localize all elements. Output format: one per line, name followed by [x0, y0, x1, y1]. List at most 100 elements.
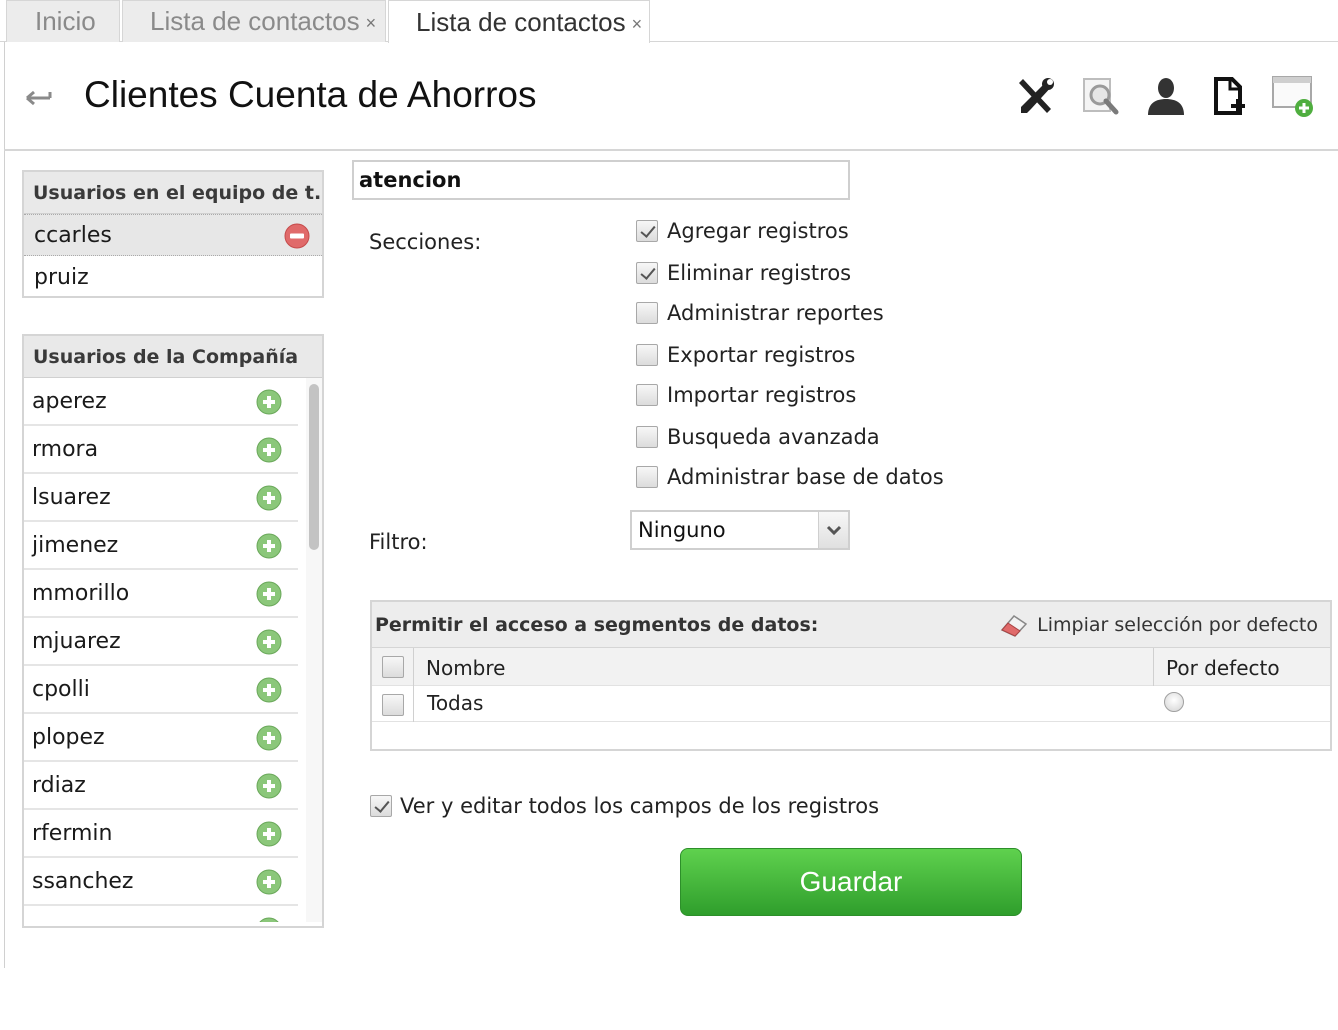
add-user-icon[interactable]	[256, 677, 282, 703]
add-user-icon[interactable]	[256, 389, 282, 415]
tab-inicio[interactable]: Inicio	[6, 0, 120, 42]
clear-default-label: Limpiar selección por defecto	[1037, 614, 1318, 636]
tab-contact-list-2[interactable]: Lista de contactos ×	[388, 0, 650, 43]
remove-user-icon[interactable]	[284, 223, 310, 249]
company-user-name: ssanchez	[32, 868, 134, 894]
data-segments-box: Permitir el acceso a segmentos de datos:…	[370, 600, 1332, 751]
clear-default-button[interactable]: Limpiar selección por defecto	[999, 612, 1318, 638]
company-user-name: cpolli	[32, 676, 90, 702]
team-name-input[interactable]	[352, 160, 850, 200]
company-user-row[interactable]: ssanchez	[24, 858, 298, 906]
permission-option[interactable]: Exportar registros	[636, 340, 855, 370]
company-user-name: plopez	[32, 724, 105, 750]
company-users-panel-title: Usuarios de la Compañía	[24, 336, 322, 378]
scrollbar-thumb[interactable]	[309, 384, 319, 550]
column-default-header: Por defecto	[1166, 656, 1280, 680]
company-user-row[interactable]: cpolli	[24, 666, 298, 714]
company-user-row[interactable]: rfermin	[24, 810, 298, 858]
permission-option[interactable]: Agregar registros	[636, 216, 849, 246]
segment-name: Todas	[427, 691, 484, 715]
company-user-name: rdiaz	[32, 772, 86, 798]
tab-close-icon[interactable]: ×	[366, 13, 377, 34]
permission-option[interactable]: Administrar base de datos	[636, 462, 944, 492]
permission-checkbox[interactable]	[636, 466, 658, 488]
column-divider	[1153, 648, 1154, 686]
select-all-checkbox[interactable]	[382, 656, 404, 678]
view-edit-all-fields-label: Ver y editar todos los campos de los reg…	[400, 794, 880, 818]
team-user-name: ccarles	[34, 222, 112, 248]
company-user-row[interactable]: mmorillo	[24, 570, 298, 618]
eraser-icon	[1000, 615, 1028, 637]
team-user-row[interactable]: pruiz	[24, 256, 322, 298]
permission-checkbox[interactable]	[636, 426, 658, 448]
column-name-header: Nombre	[426, 656, 506, 680]
segment-default-radio[interactable]	[1164, 692, 1184, 712]
filter-label: Filtro:	[369, 530, 428, 554]
permission-checkbox[interactable]	[636, 220, 658, 242]
tab-close-icon[interactable]: ×	[632, 14, 643, 35]
new-window-button[interactable]	[1270, 72, 1316, 120]
tools-button[interactable]	[1013, 72, 1059, 120]
permission-option[interactable]: Administrar reportes	[636, 298, 884, 328]
add-user-icon[interactable]	[256, 581, 282, 607]
preview-button[interactable]	[1077, 72, 1123, 120]
add-user-icon[interactable]	[256, 917, 282, 922]
tab-label: Lista de contactos	[416, 6, 626, 37]
new-record-button[interactable]	[1207, 72, 1253, 120]
permission-label: Exportar registros	[667, 343, 856, 367]
content-left-border	[4, 42, 5, 968]
column-divider	[413, 648, 414, 686]
company-user-row[interactable]: aperez	[24, 378, 298, 426]
add-user-icon[interactable]	[256, 437, 282, 463]
user-icon	[1148, 78, 1184, 115]
company-user-row[interactable]: lsuarez	[24, 474, 298, 522]
company-user-row[interactable]: mjuarez	[24, 618, 298, 666]
permission-checkbox[interactable]	[636, 302, 658, 324]
team-user-row[interactable]: ccarles	[24, 214, 322, 256]
permission-checkbox[interactable]	[636, 262, 658, 284]
company-user-name: aperez	[32, 388, 107, 414]
tab-contact-list-1[interactable]: Lista de contactos ×	[122, 0, 386, 42]
permission-checkbox[interactable]	[636, 344, 658, 366]
company-user-name: mmorillo	[32, 580, 130, 606]
company-user-name: rromano	[32, 917, 125, 923]
segments-header: Permitir el acceso a segmentos de datos:…	[372, 602, 1330, 648]
segment-row[interactable]: Todas	[372, 686, 1330, 722]
filter-select[interactable]: Ninguno	[630, 510, 850, 550]
add-user-icon[interactable]	[256, 773, 282, 799]
segments-title: Permitir el acceso a segmentos de datos:	[375, 614, 819, 636]
save-button[interactable]: Guardar	[680, 848, 1022, 916]
sections-label: Secciones:	[369, 230, 482, 254]
add-user-icon[interactable]	[256, 725, 282, 751]
permission-option[interactable]: Eliminar registros	[636, 258, 851, 288]
company-list-scrollbar[interactable]	[306, 378, 322, 922]
user-button[interactable]	[1143, 72, 1189, 120]
team-users-panel: Usuarios en el equipo de t... ccarles pr…	[22, 170, 324, 298]
company-user-row[interactable]: rromano	[24, 906, 298, 922]
new-window-icon	[1272, 76, 1313, 117]
page-title: Clientes Cuenta de Ahorros	[84, 74, 537, 115]
new-document-icon	[1214, 77, 1245, 115]
add-user-icon[interactable]	[256, 533, 282, 559]
view-edit-all-fields-option[interactable]: Ver y editar todos los campos de los reg…	[370, 794, 879, 818]
search-document-icon	[1083, 78, 1119, 115]
add-user-icon[interactable]	[256, 485, 282, 511]
company-user-row[interactable]: rdiaz	[24, 762, 298, 810]
permission-option[interactable]: Importar registros	[636, 380, 856, 410]
tab-label: Inicio	[35, 6, 96, 36]
permission-label: Importar registros	[667, 383, 857, 407]
permission-option[interactable]: Busqueda avanzada	[636, 422, 880, 452]
add-user-icon[interactable]	[256, 629, 282, 655]
company-user-row[interactable]: jimenez	[24, 522, 298, 570]
company-user-name: rfermin	[32, 820, 113, 846]
company-user-row[interactable]: rmora	[24, 426, 298, 474]
back-arrow-icon[interactable]	[24, 86, 52, 108]
add-user-icon[interactable]	[256, 821, 282, 847]
segment-row-checkbox[interactable]	[382, 694, 404, 716]
chevron-down-icon[interactable]	[818, 512, 848, 548]
company-users-list[interactable]: aperez rmora lsuarez jimenez mmorillo mjuarez…	[24, 378, 322, 922]
permission-checkbox[interactable]	[636, 384, 658, 406]
company-user-row[interactable]: plopez	[24, 714, 298, 762]
view-edit-all-fields-checkbox[interactable]	[370, 795, 392, 817]
add-user-icon[interactable]	[256, 869, 282, 895]
